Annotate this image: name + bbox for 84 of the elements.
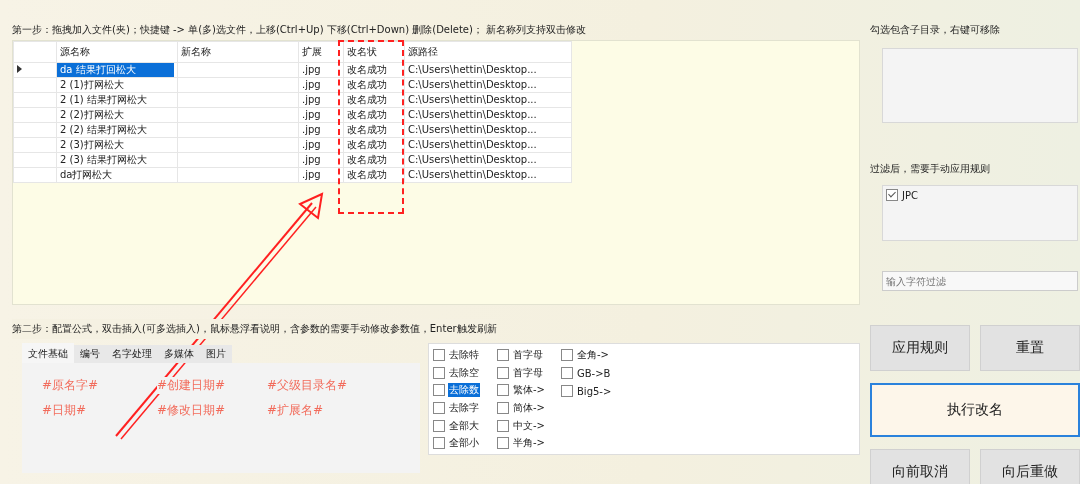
action-button[interactable]: 向后重做: [980, 449, 1080, 484]
action-button[interactable]: 应用规则: [870, 325, 970, 371]
table-cell: 2 (2) 结果打网松大: [60, 124, 147, 135]
action-button[interactable]: 向前取消: [870, 449, 970, 484]
table-cell: C:\Users\hettin\Desktop...: [408, 154, 537, 165]
checkbox[interactable]: [497, 384, 509, 397]
tab[interactable]: 多媒体: [158, 345, 200, 363]
option-label[interactable]: 首字母: [512, 347, 544, 362]
table-cell: 改名成功: [347, 139, 387, 150]
table-cell: .jpg: [302, 64, 321, 75]
column-header[interactable]: 改名状: [343, 41, 405, 63]
action-button[interactable]: 重置: [980, 325, 1080, 371]
column-header[interactable]: 源名称: [56, 41, 178, 63]
table-cell: 2 (3) 结果打网松大: [60, 154, 147, 165]
action-button[interactable]: 执行改名: [870, 383, 1080, 437]
filter-input[interactable]: 输入字符过滤: [882, 271, 1078, 291]
checkbox[interactable]: [886, 189, 898, 201]
option-label[interactable]: 全部大: [448, 418, 480, 433]
checkbox[interactable]: [433, 437, 445, 450]
checkbox[interactable]: [433, 384, 445, 397]
table-cell: 改名成功: [347, 94, 387, 105]
table-cell: C:\Users\hettin\Desktop...: [408, 169, 537, 180]
checkbox[interactable]: [497, 419, 509, 432]
table-cell: 改名成功: [347, 64, 387, 75]
table-cell: .jpg: [302, 139, 321, 150]
step-one-label: 第一步：拖拽加入文件(夹)；快捷键 -> 单(多)选文件，上移(Ctrl+Up) 下移(Ctrl+Down) 删除(Delete)； 新名称列支持双击修改: [12, 23, 588, 37]
step-two-label: 第二步：配置公式，双击插入(可多选插入)，鼠标悬浮看说明，含参数的需要手动修改参数值，Enter触发刷新: [12, 319, 497, 339]
table-cell: 改名成功: [347, 124, 387, 135]
table-cell: C:\Users\hettin\Desktop...: [408, 79, 537, 90]
option-label[interactable]: 去除数: [448, 383, 480, 398]
column-header[interactable]: 新名称: [177, 41, 299, 63]
option-label[interactable]: 中文->: [512, 418, 546, 433]
option-label[interactable]: Big5->: [576, 385, 613, 397]
option-label[interactable]: 去除特: [448, 347, 480, 362]
tab[interactable]: 文件基础: [22, 343, 74, 363]
directory-label: 勾选包含子目录，右键可移除: [870, 23, 1001, 37]
checkbox[interactable]: [433, 401, 445, 414]
table-cell: C:\Users\hettin\Desktop...: [408, 124, 537, 135]
checkbox[interactable]: [497, 401, 509, 414]
option-label[interactable]: 半角->: [512, 436, 546, 451]
table-cell: .jpg: [302, 154, 321, 165]
table-cell: da 结果打回松大: [57, 63, 174, 77]
tab[interactable]: 图片: [200, 345, 232, 363]
option-label[interactable]: 去除字: [448, 400, 480, 415]
table-cell: C:\Users\hettin\Desktop...: [408, 139, 537, 150]
tab[interactable]: 编号: [74, 345, 106, 363]
checkbox[interactable]: [497, 366, 509, 379]
checkbox[interactable]: [433, 419, 445, 432]
filter-label: 过滤后，需要手动应用规则: [870, 162, 991, 176]
table-cell: 改名成功: [347, 79, 387, 90]
checkbox[interactable]: [561, 349, 573, 361]
table-cell: 2 (1)打网松大: [60, 79, 124, 90]
filter-item[interactable]: JPC: [902, 189, 918, 201]
option-label[interactable]: 去除空: [448, 365, 480, 380]
column-header[interactable]: 源路径: [404, 41, 572, 63]
checkbox[interactable]: [497, 348, 509, 361]
table-cell: .jpg: [302, 124, 321, 135]
table-cell: C:\Users\hettin\Desktop...: [408, 94, 537, 105]
table-cell: 改名成功: [347, 154, 387, 165]
table-cell: C:\Users\hettin\Desktop...: [408, 64, 537, 75]
table-cell: .jpg: [302, 169, 321, 180]
checkbox[interactable]: [433, 366, 445, 379]
option-label[interactable]: 全部小: [448, 436, 480, 451]
table-cell: C:\Users\hettin\Desktop...: [408, 109, 537, 120]
option-label[interactable]: 繁体->: [512, 383, 546, 398]
option-label[interactable]: 简体->: [512, 400, 546, 415]
option-label[interactable]: GB->B: [576, 367, 612, 379]
checkbox[interactable]: [433, 348, 445, 361]
table-cell: 改名成功: [347, 109, 387, 120]
option-label[interactable]: 首字母: [512, 365, 544, 380]
table-cell: da打网松大: [60, 169, 113, 180]
tab[interactable]: 名字处理: [106, 345, 158, 363]
checkbox[interactable]: [497, 437, 509, 450]
column-header[interactable]: 扩展: [298, 41, 344, 63]
checkbox[interactable]: [561, 367, 573, 379]
table-cell: 2 (2)打网松大: [60, 109, 124, 120]
table-cell: 2 (1) 结果打网松大: [60, 94, 147, 105]
table-cell: .jpg: [302, 109, 321, 120]
table-cell: 改名成功: [347, 169, 387, 180]
table-cell: 2 (3)打网松大: [60, 139, 124, 150]
option-label[interactable]: 全角->: [576, 348, 610, 362]
table-cell: .jpg: [302, 79, 321, 90]
table-cell: .jpg: [302, 94, 321, 105]
checkbox[interactable]: [561, 385, 573, 397]
